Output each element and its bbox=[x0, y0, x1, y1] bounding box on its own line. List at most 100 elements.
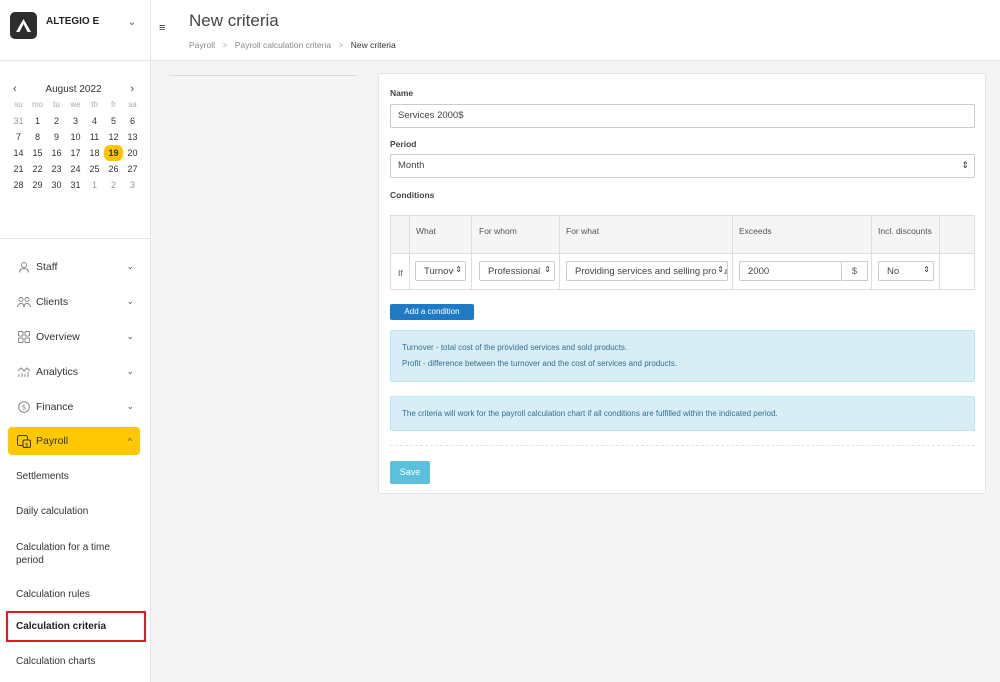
coin-icon: $ bbox=[16, 399, 31, 414]
calendar-day[interactable]: 11 bbox=[85, 129, 104, 145]
submenu-calculation-criteria[interactable]: Calculation criteria bbox=[6, 611, 146, 642]
select-arrows-icon: ⇕ bbox=[922, 265, 930, 274]
for-what-value: Providing services and selling products bbox=[575, 266, 728, 277]
calendar-day[interactable]: 26 bbox=[104, 161, 123, 177]
row-prefix: If bbox=[398, 268, 403, 278]
calendar-day[interactable]: 23 bbox=[47, 161, 66, 177]
chevron-up-icon: ^ bbox=[127, 436, 132, 446]
calendar-day[interactable]: 3 bbox=[123, 177, 142, 193]
conditions-table: What For whom For what Exceeds Incl. dis… bbox=[390, 215, 975, 290]
calendar-day[interactable]: 8 bbox=[28, 129, 47, 145]
divider bbox=[169, 75, 357, 76]
calendar-day[interactable]: 5 bbox=[104, 113, 123, 129]
people-icon bbox=[16, 294, 31, 309]
calendar-day[interactable]: 24 bbox=[66, 161, 85, 177]
info-line-profit: Profit - difference between the turnover… bbox=[402, 359, 678, 368]
exceeds-input[interactable]: 2000 bbox=[739, 261, 842, 281]
menu-label: Analytics bbox=[36, 365, 79, 378]
name-input[interactable]: Services 2000$ bbox=[390, 104, 975, 128]
calendar-day[interactable]: 20 bbox=[123, 145, 142, 161]
info-box-note: The criteria will work for the payroll c… bbox=[390, 396, 975, 431]
svg-text:$: $ bbox=[21, 403, 25, 411]
submenu-calculation-period[interactable]: Calculation for a time period bbox=[0, 529, 150, 578]
breadcrumb-separator: > bbox=[222, 40, 228, 50]
calendar-day[interactable]: 22 bbox=[28, 161, 47, 177]
info-line-turnover: Turnover - total cost of the provided se… bbox=[402, 343, 628, 352]
select-arrows-icon: ⇕ bbox=[543, 265, 551, 274]
calendar-day[interactable]: 28 bbox=[9, 177, 28, 193]
calendar-header: ‹ August 2022 › bbox=[9, 83, 140, 95]
calendar-weekday: su bbox=[14, 100, 23, 109]
chevron-down-icon: ⌄ bbox=[126, 331, 134, 341]
menu-item-finance[interactable]: $ Finance ⌄ bbox=[0, 389, 150, 424]
discounts-select[interactable]: No ⇕ bbox=[878, 261, 934, 281]
column-divider bbox=[559, 216, 560, 289]
menu-item-staff[interactable]: Staff ⌄ bbox=[0, 249, 150, 284]
menu-item-analytics[interactable]: Analytics ⌄ bbox=[0, 354, 150, 389]
calendar-day[interactable]: 18 bbox=[85, 145, 104, 161]
breadcrumb: Payroll > Payroll calculation criteria >… bbox=[189, 40, 396, 50]
hamburger-icon[interactable]: ≡ bbox=[159, 22, 168, 34]
calendar-weekday: fr bbox=[111, 100, 116, 109]
calendar-day[interactable]: 19 bbox=[104, 145, 123, 161]
calendar-day[interactable]: 16 bbox=[47, 145, 66, 161]
info-box-definitions: Turnover - total cost of the provided se… bbox=[390, 330, 975, 382]
brand-header[interactable]: ALTEGIO E ⌄ bbox=[0, 0, 150, 61]
altegio-logo bbox=[10, 12, 37, 39]
calendar-day[interactable]: 1 bbox=[85, 177, 104, 193]
brand-name: ALTEGIO E bbox=[46, 16, 100, 27]
column-header-what: What bbox=[416, 226, 436, 236]
menu-item-overview[interactable]: Overview ⌄ bbox=[0, 319, 150, 354]
main-menu: Staff ⌄ Clients ⌄ Overview ⌄ Analytics ⌄ bbox=[0, 239, 150, 455]
calendar-day[interactable]: 15 bbox=[28, 145, 47, 161]
save-button[interactable]: Save bbox=[390, 461, 430, 484]
what-select[interactable]: Turnover ⇕ bbox=[415, 261, 466, 281]
currency-addon: $ bbox=[842, 261, 868, 281]
period-select[interactable]: Month ⇕ bbox=[390, 154, 975, 178]
calendar-day[interactable]: 3 bbox=[66, 113, 85, 129]
calendar-next-icon[interactable]: › bbox=[130, 83, 134, 95]
calendar-day[interactable]: 12 bbox=[104, 129, 123, 145]
menu-item-clients[interactable]: Clients ⌄ bbox=[0, 284, 150, 319]
calendar-day[interactable]: 1 bbox=[28, 113, 47, 129]
criteria-form-card: Name Services 2000$ Period Month ⇕ Condi… bbox=[378, 73, 986, 494]
for-whom-select[interactable]: Professional ⇕ bbox=[479, 261, 555, 281]
calendar-day[interactable]: 27 bbox=[123, 161, 142, 177]
calendar-day[interactable]: 9 bbox=[47, 129, 66, 145]
page-title: New criteria bbox=[189, 11, 279, 30]
submenu-calculation-rules[interactable]: Calculation rules bbox=[0, 578, 150, 611]
calendar-day[interactable]: 17 bbox=[66, 145, 85, 161]
discounts-value: No bbox=[887, 266, 900, 277]
menu-label: Overview bbox=[36, 330, 80, 343]
mini-calendar: ‹ August 2022 › su mo tu we th fr sa 31 1 2 3 4 5 6 7 8… bbox=[0, 61, 150, 239]
for-what-select[interactable]: Providing services and selling products … bbox=[566, 261, 728, 281]
submenu-calculation-charts[interactable]: Calculation charts bbox=[0, 642, 150, 680]
calendar-day[interactable]: 25 bbox=[85, 161, 104, 177]
breadcrumb-criteria-list[interactable]: Payroll calculation criteria bbox=[235, 40, 331, 50]
calendar-day[interactable]: 30 bbox=[47, 177, 66, 193]
chevron-down-icon: ⌄ bbox=[126, 401, 134, 411]
calendar-prev-icon[interactable]: ‹ bbox=[13, 83, 17, 95]
calendar-day[interactable]: 7 bbox=[9, 129, 28, 145]
column-header-exceeds: Exceeds bbox=[739, 226, 772, 236]
submenu-settlements[interactable]: Settlements bbox=[0, 459, 150, 494]
calendar-day[interactable]: 2 bbox=[104, 177, 123, 193]
calendar-day[interactable]: 31 bbox=[9, 113, 28, 129]
svg-text:$: $ bbox=[24, 442, 28, 448]
add-condition-button[interactable]: Add a condition bbox=[390, 304, 474, 320]
calendar-day[interactable]: 10 bbox=[66, 129, 85, 145]
menu-item-payroll[interactable]: $ Payroll ^ bbox=[8, 427, 140, 455]
sidebar: ALTEGIO E ⌄ ‹ August 2022 › su mo tu we th fr… bbox=[0, 0, 151, 682]
menu-label: Payroll bbox=[36, 435, 69, 447]
breadcrumb-payroll[interactable]: Payroll bbox=[189, 40, 215, 50]
calendar-day[interactable]: 29 bbox=[28, 177, 47, 193]
calendar-day[interactable]: 21 bbox=[9, 161, 28, 177]
calendar-day[interactable]: 2 bbox=[47, 113, 66, 129]
calendar-day[interactable]: 31 bbox=[66, 177, 85, 193]
calendar-day[interactable]: 4 bbox=[85, 113, 104, 129]
chevron-down-icon[interactable]: ⌄ bbox=[128, 17, 136, 28]
submenu-daily-calculation[interactable]: Daily calculation bbox=[0, 494, 150, 529]
calendar-day[interactable]: 6 bbox=[123, 113, 142, 129]
calendar-day[interactable]: 13 bbox=[123, 129, 142, 145]
calendar-day[interactable]: 14 bbox=[9, 145, 28, 161]
